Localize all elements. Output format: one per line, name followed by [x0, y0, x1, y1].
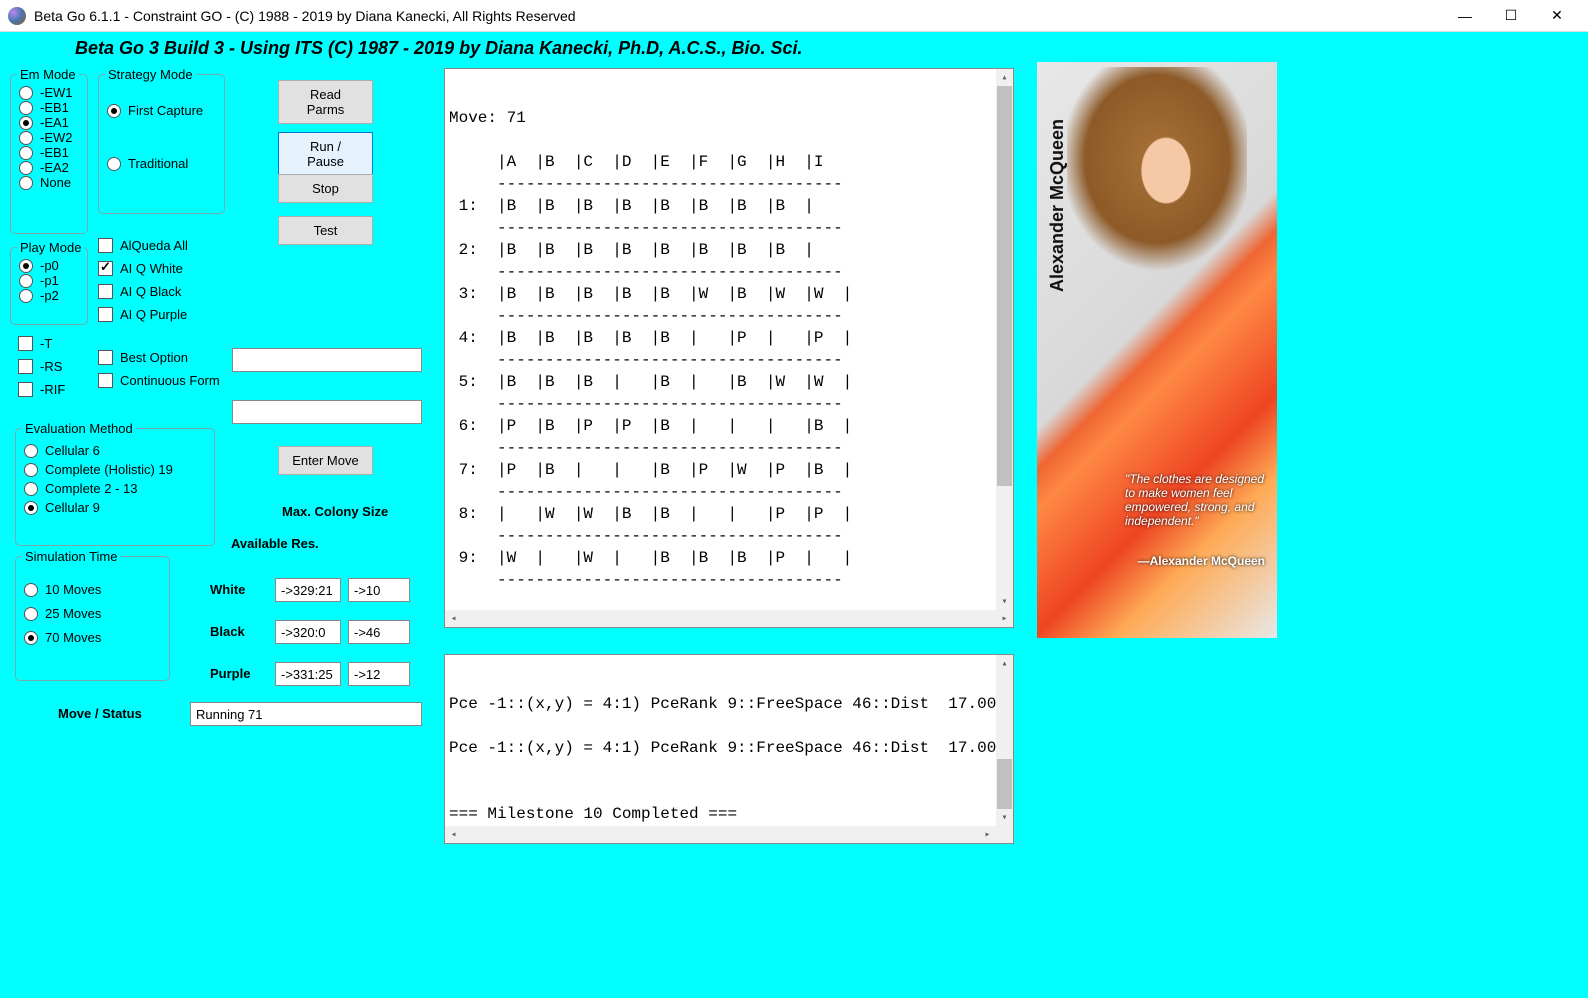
simTime-option[interactable]: 25 Moves: [24, 606, 161, 621]
purple-res-b[interactable]: [348, 662, 410, 686]
image-illustration: Alexander McQueen "The clothes are desig…: [1037, 62, 1277, 638]
check-best-option[interactable]: Best Option: [98, 350, 220, 365]
check-rif[interactable]: -RIF: [18, 382, 65, 397]
status-field[interactable]: [190, 702, 422, 726]
black-label: Black: [210, 624, 245, 639]
evalMethod-option[interactable]: Cellular 9: [24, 500, 206, 515]
scroll-right-icon[interactable]: ▸: [979, 826, 996, 843]
simTime-option[interactable]: 10 Moves: [24, 582, 161, 597]
move-status-label: Move / Status: [58, 706, 142, 721]
scroll-left-icon[interactable]: ◂: [445, 826, 462, 843]
image-brand: Alexander McQueen: [1047, 119, 1068, 292]
check-aiq-white[interactable]: AI Q White: [98, 261, 220, 276]
check-aiq-black[interactable]: AI Q Black: [98, 284, 220, 299]
scroll-left-icon[interactable]: ◂: [445, 610, 462, 627]
scroll-down-icon[interactable]: ▾: [996, 809, 1013, 826]
strategyMode-option[interactable]: Traditional: [107, 156, 216, 171]
check-aiq-purple[interactable]: AI Q Purple: [98, 307, 220, 322]
black-res-b[interactable]: [348, 620, 410, 644]
check-continuous-form[interactable]: Continuous Form: [98, 373, 220, 388]
flag-checks: -T -RS -RIF: [18, 328, 65, 405]
check-t[interactable]: -T: [18, 336, 65, 351]
maximize-button[interactable]: ☐: [1488, 0, 1534, 32]
sim-time-group: Simulation Time 10 Moves25 Moves70 Moves: [15, 556, 170, 681]
white-label: White: [210, 582, 245, 597]
enter-move-button[interactable]: Enter Move: [278, 446, 373, 475]
minimize-button[interactable]: —: [1442, 0, 1488, 32]
eval-method-title: Evaluation Method: [22, 421, 136, 436]
strategyMode-option[interactable]: First Capture: [107, 103, 216, 118]
em-mode-title: Em Mode: [17, 67, 79, 82]
evalMethod-option[interactable]: Cellular 6: [24, 443, 206, 458]
log-text: Pce -1::(x,y) = 4:1) PceRank 9::FreeSpac…: [445, 691, 1013, 827]
input-line-2[interactable]: [232, 400, 422, 424]
white-res-b[interactable]: [348, 578, 410, 602]
play-mode-group: Play Mode -p0-p1-p2: [10, 247, 88, 325]
sim-time-title: Simulation Time: [22, 549, 120, 564]
emMode-option[interactable]: -EB1: [19, 145, 79, 160]
input-line-1[interactable]: [232, 348, 422, 372]
strategy-mode-title: Strategy Mode: [105, 67, 196, 82]
play-mode-title: Play Mode: [17, 240, 84, 255]
playMode-option[interactable]: -p2: [19, 288, 79, 303]
read-parms-button[interactable]: Read Parms: [278, 80, 373, 124]
scroll-up-icon[interactable]: ▴: [996, 655, 1013, 672]
scroll-up-icon[interactable]: ▴: [996, 69, 1013, 86]
scroll-right-icon[interactable]: ▸: [996, 610, 1013, 627]
window-controls: — ☐ ✕: [1442, 0, 1580, 32]
image-panel: Alexander McQueen "The clothes are desig…: [1037, 62, 1277, 638]
image-signature: —Alexander McQueen: [1138, 554, 1265, 568]
purple-label: Purple: [210, 666, 250, 681]
playMode-option[interactable]: -p0: [19, 258, 79, 273]
image-quote: "The clothes are designed to make women …: [1125, 472, 1265, 528]
evalMethod-option[interactable]: Complete 2 - 13: [24, 481, 206, 496]
emMode-option[interactable]: -EA1: [19, 115, 79, 130]
header-label: Beta Go 3 Build 3 - Using ITS (C) 1987 -…: [75, 38, 803, 59]
strategy-mode-group: Strategy Mode First CaptureTraditional: [98, 74, 225, 214]
board-scroll-v[interactable]: ▴ ▾: [996, 69, 1013, 610]
emMode-option[interactable]: None: [19, 175, 79, 190]
purple-res-a[interactable]: [275, 662, 341, 686]
emMode-option[interactable]: -EB1: [19, 100, 79, 115]
avail-res-label: Available Res.: [231, 536, 319, 551]
board-panel: Move: 71 |A |B |C |D |E |F |G |H |I ----…: [444, 68, 1014, 628]
test-button[interactable]: Test: [278, 216, 373, 245]
log-scroll-h[interactable]: ◂ ▸: [445, 826, 1013, 843]
em-mode-group: Em Mode -EW1-EB1-EA1-EW2-EB1-EA2None: [10, 74, 88, 234]
close-button[interactable]: ✕: [1534, 0, 1580, 32]
emMode-option[interactable]: -EW1: [19, 85, 79, 100]
check-rs[interactable]: -RS: [18, 359, 65, 374]
max-colony-label: Max. Colony Size: [282, 504, 388, 519]
log-panel: Pce -1::(x,y) = 4:1) PceRank 9::FreeSpac…: [444, 654, 1014, 844]
board-text: Move: 71 |A |B |C |D |E |F |G |H |I ----…: [445, 105, 1013, 593]
black-res-a[interactable]: [275, 620, 341, 644]
evalMethod-option[interactable]: Complete (Holistic) 19: [24, 462, 206, 477]
emMode-option[interactable]: -EW2: [19, 130, 79, 145]
client-area: Beta Go 3 Build 3 - Using ITS (C) 1987 -…: [0, 32, 1588, 998]
emMode-option[interactable]: -EA2: [19, 160, 79, 175]
titlebar: Beta Go 6.1.1 - Constraint GO - (C) 1988…: [0, 0, 1588, 32]
log-scroll-v[interactable]: ▴ ▾: [996, 655, 1013, 826]
stop-button[interactable]: Stop: [278, 174, 373, 203]
eval-method-group: Evaluation Method Cellular 6Complete (Ho…: [15, 428, 215, 546]
window-title: Beta Go 6.1.1 - Constraint GO - (C) 1988…: [34, 8, 1442, 24]
scroll-down-icon[interactable]: ▾: [996, 593, 1013, 610]
playMode-option[interactable]: -p1: [19, 273, 79, 288]
app-icon: [8, 7, 26, 25]
white-res-a[interactable]: [275, 578, 341, 602]
check-alq-all[interactable]: AlQueda All: [98, 238, 220, 253]
run-pause-button[interactable]: Run / Pause: [278, 132, 373, 176]
ai-checks: AlQueda All AI Q White AI Q Black AI Q P…: [98, 230, 220, 396]
board-scroll-h[interactable]: ◂ ▸: [445, 610, 1013, 627]
simTime-option[interactable]: 70 Moves: [24, 630, 161, 645]
